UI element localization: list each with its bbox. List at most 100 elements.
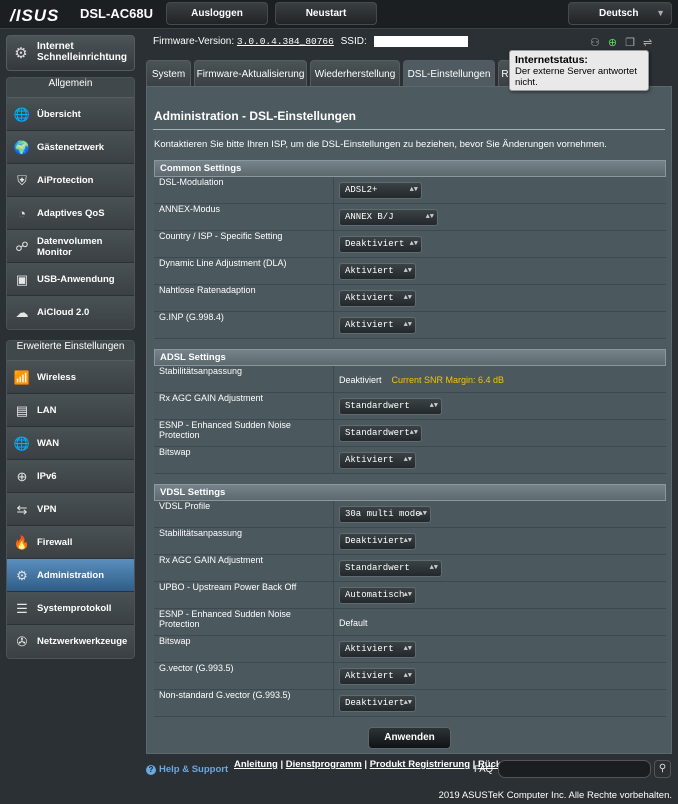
select-value: ANNEX B/J: [345, 212, 394, 222]
tab-restore[interactable]: Wiederherstellung: [310, 60, 400, 87]
adsl-bitswap-select[interactable]: Aktiviert ▲▼: [339, 452, 416, 469]
select-arrows-icon: ▲▼: [409, 429, 418, 437]
sidebar-item-wan[interactable]: 🌐 WAN: [7, 427, 134, 460]
product-registration-link[interactable]: Produkt Registrierung: [370, 759, 470, 770]
setting-row-annex-mode: ANNEX-Modus ANNEX B/J ▲▼: [154, 204, 666, 231]
sidebar-item-usb[interactable]: ▣ USB-Anwendung: [7, 263, 134, 296]
sidebar-item-network-tools[interactable]: ✇ Netzwerkwerkzeuge: [7, 625, 134, 658]
setting-row-dsl-modulation: DSL-Modulation ADSL2+ ▲▼: [154, 177, 666, 204]
faq-label: FAQ: [474, 764, 494, 775]
sidebar-item-wireless[interactable]: 📶 Wireless: [7, 361, 134, 394]
ginp-select[interactable]: Aktiviert ▲▼: [339, 317, 416, 334]
utility-link[interactable]: Dienstprogramm: [286, 759, 362, 770]
sidebar-item-system-log[interactable]: ☰ Systemprotokoll: [7, 592, 134, 625]
usb-status-icon[interactable]: ⇌: [643, 37, 660, 49]
language-select[interactable]: Deutsch ▼: [568, 2, 672, 25]
logout-button[interactable]: Ausloggen: [166, 2, 268, 25]
firmware-version-link[interactable]: 3.0.0.4.384_80766: [237, 36, 334, 47]
reboot-button[interactable]: Neustart: [275, 2, 377, 25]
select-value: Deaktiviert: [345, 698, 405, 708]
setting-row-adsl-esnp: ESNP - Enhanced Sudden Noise Protection …: [154, 420, 666, 447]
vdsl-profile-select[interactable]: 30a multi mode ▲▼: [339, 506, 431, 523]
apply-button[interactable]: Anwenden: [368, 727, 451, 749]
sidebar-item-lan[interactable]: ▤ LAN: [7, 394, 134, 427]
sidebar-item-label: Wireless: [37, 372, 76, 383]
sidebar-item-firewall[interactable]: 🔥 Firewall: [7, 526, 134, 559]
setting-label: Bitswap: [154, 447, 334, 474]
select-value: Standardwert: [345, 563, 410, 573]
page-intro: Kontaktieren Sie bitte Ihren ISP, um die…: [154, 139, 607, 150]
sidebar-item-guest-network[interactable]: 🌍 Gästenetzwerk: [7, 131, 134, 164]
faq-search-input[interactable]: [498, 760, 651, 778]
globe-icon: 🌐: [13, 436, 31, 451]
sidebar-item-overview[interactable]: 🌐 Übersicht: [7, 98, 134, 131]
setting-label: G.INP (G.998.4): [154, 312, 334, 339]
setting-row-gvector: G.vector (G.993.5) Aktiviert ▲▼: [154, 663, 666, 690]
sidebar-item-label: USB-Anwendung: [37, 274, 115, 285]
setting-row-adsl-rx-agc: Rx AGC GAIN Adjustment Standardwert ▲▼: [154, 393, 666, 420]
sidebar-item-label: AiProtection: [37, 175, 94, 186]
dsl-modulation-select[interactable]: ADSL2+ ▲▼: [339, 182, 422, 199]
help-support-link[interactable]: ? Help & Support: [146, 764, 228, 775]
select-arrows-icon: ▲▼: [425, 213, 434, 221]
select-arrows-icon: ▲▼: [403, 294, 412, 302]
select-value: Deaktiviert: [345, 239, 405, 249]
sidebar-general-group: Allgemein 🌐 Übersicht 🌍 Gästenetzwerk ⛨ …: [6, 77, 135, 330]
country-isp-select[interactable]: Deaktiviert ▲▼: [339, 236, 422, 253]
internet-status-icon[interactable]: ⊕: [608, 37, 625, 49]
select-value: Automatisch: [345, 590, 405, 600]
select-arrows-icon: ▲▼: [403, 591, 412, 599]
copy-icon[interactable]: ❐: [625, 37, 643, 49]
quick-setup-label: Internet Schnelleinrichtung: [37, 41, 128, 63]
manual-link[interactable]: Anleitung: [234, 759, 278, 770]
setting-label: Bitswap: [154, 636, 334, 663]
vdsl-rx-agc-select[interactable]: Standardwert ▲▼: [339, 560, 442, 577]
sidebar-item-administration[interactable]: ⚙ Administration: [7, 559, 134, 592]
adsl-esnp-select[interactable]: Standardwert ▲▼: [339, 425, 422, 442]
language-value: Deutsch: [599, 8, 639, 19]
sidebar-item-vpn[interactable]: ⇆ VPN: [7, 493, 134, 526]
cloud-icon: ☁: [15, 305, 29, 320]
vdsl-bitswap-select[interactable]: Aktiviert ▲▼: [339, 641, 416, 658]
sidebar-item-qos[interactable]: ◔ Adaptives QoS: [7, 197, 134, 230]
ssid-label: SSID:: [340, 36, 367, 48]
dla-select[interactable]: Aktiviert ▲▼: [339, 263, 416, 280]
status-icons: ⚇⊕❐⇌: [590, 36, 660, 49]
select-value: Aktiviert: [345, 266, 394, 276]
select-value: Aktiviert: [345, 293, 394, 303]
seamless-rate-select[interactable]: Aktiviert ▲▼: [339, 290, 416, 307]
search-icon[interactable]: ⚲: [654, 760, 671, 778]
select-value: Aktiviert: [345, 671, 394, 681]
setting-row-vdsl-esnp: ESNP - Enhanced Sudden Noise Protection …: [154, 609, 666, 636]
setting-label: DSL-Modulation: [154, 177, 334, 204]
setting-row-adsl-stability: Stabilitätsanpassung Deaktiviert Current…: [154, 366, 666, 393]
sidebar-item-traffic-monitor[interactable]: ☍ Datenvolumen Monitor: [7, 230, 134, 263]
gvector-select[interactable]: Aktiviert ▲▼: [339, 668, 416, 685]
sidebar-item-aiprotection[interactable]: ⛨ AiProtection: [7, 164, 134, 197]
sidebar-item-label: LAN: [37, 405, 57, 416]
sidebar-general-heading: Allgemein: [7, 78, 134, 98]
footer-links: Anleitung | Dienstprogramm | Produkt Reg…: [234, 759, 541, 770]
adsl-rx-agc-select[interactable]: Standardwert ▲▼: [339, 398, 442, 415]
sidebar-item-label: Gästenetzwerk: [37, 142, 105, 153]
select-arrows-icon: ▲▼: [403, 645, 412, 653]
sidebar-item-label: Datenvolumen Monitor: [37, 235, 103, 258]
select-arrows-icon: ▲▼: [403, 672, 412, 680]
vdsl-stability-select[interactable]: Deaktiviert ▲▼: [339, 533, 416, 550]
quick-internet-setup-button[interactable]: ⚙ Internet Schnelleinrichtung: [6, 35, 135, 71]
common-settings-section: Common Settings DSL-Modulation ADSL2+ ▲▼ …: [154, 160, 666, 339]
asus-logo: /ISUS: [10, 6, 60, 25]
annex-mode-select[interactable]: ANNEX B/J ▲▼: [339, 209, 438, 226]
nonstandard-gvector-select[interactable]: Deaktiviert ▲▼: [339, 695, 416, 712]
upbo-select[interactable]: Automatisch ▲▼: [339, 587, 416, 604]
lan-icon: ▤: [15, 403, 29, 418]
clients-icon[interactable]: ⚇: [590, 37, 608, 49]
sidebar-item-ipv6[interactable]: ⊕ IPv6: [7, 460, 134, 493]
sidebar-item-aicloud[interactable]: ☁ AiCloud 2.0: [7, 296, 134, 329]
vdsl-settings-section: VDSL Settings VDSL Profile 30a multi mod…: [154, 484, 666, 717]
tab-dsl-settings[interactable]: DSL-Einstellungen: [403, 60, 495, 87]
tab-firmware-update[interactable]: Firmware-Aktualisierung: [194, 60, 307, 87]
content-panel: Administration - DSL-Einstellungen Konta…: [146, 86, 672, 754]
tab-system[interactable]: System: [146, 60, 191, 87]
setting-row-upbo: UPBO - Upstream Power Back Off Automatis…: [154, 582, 666, 609]
